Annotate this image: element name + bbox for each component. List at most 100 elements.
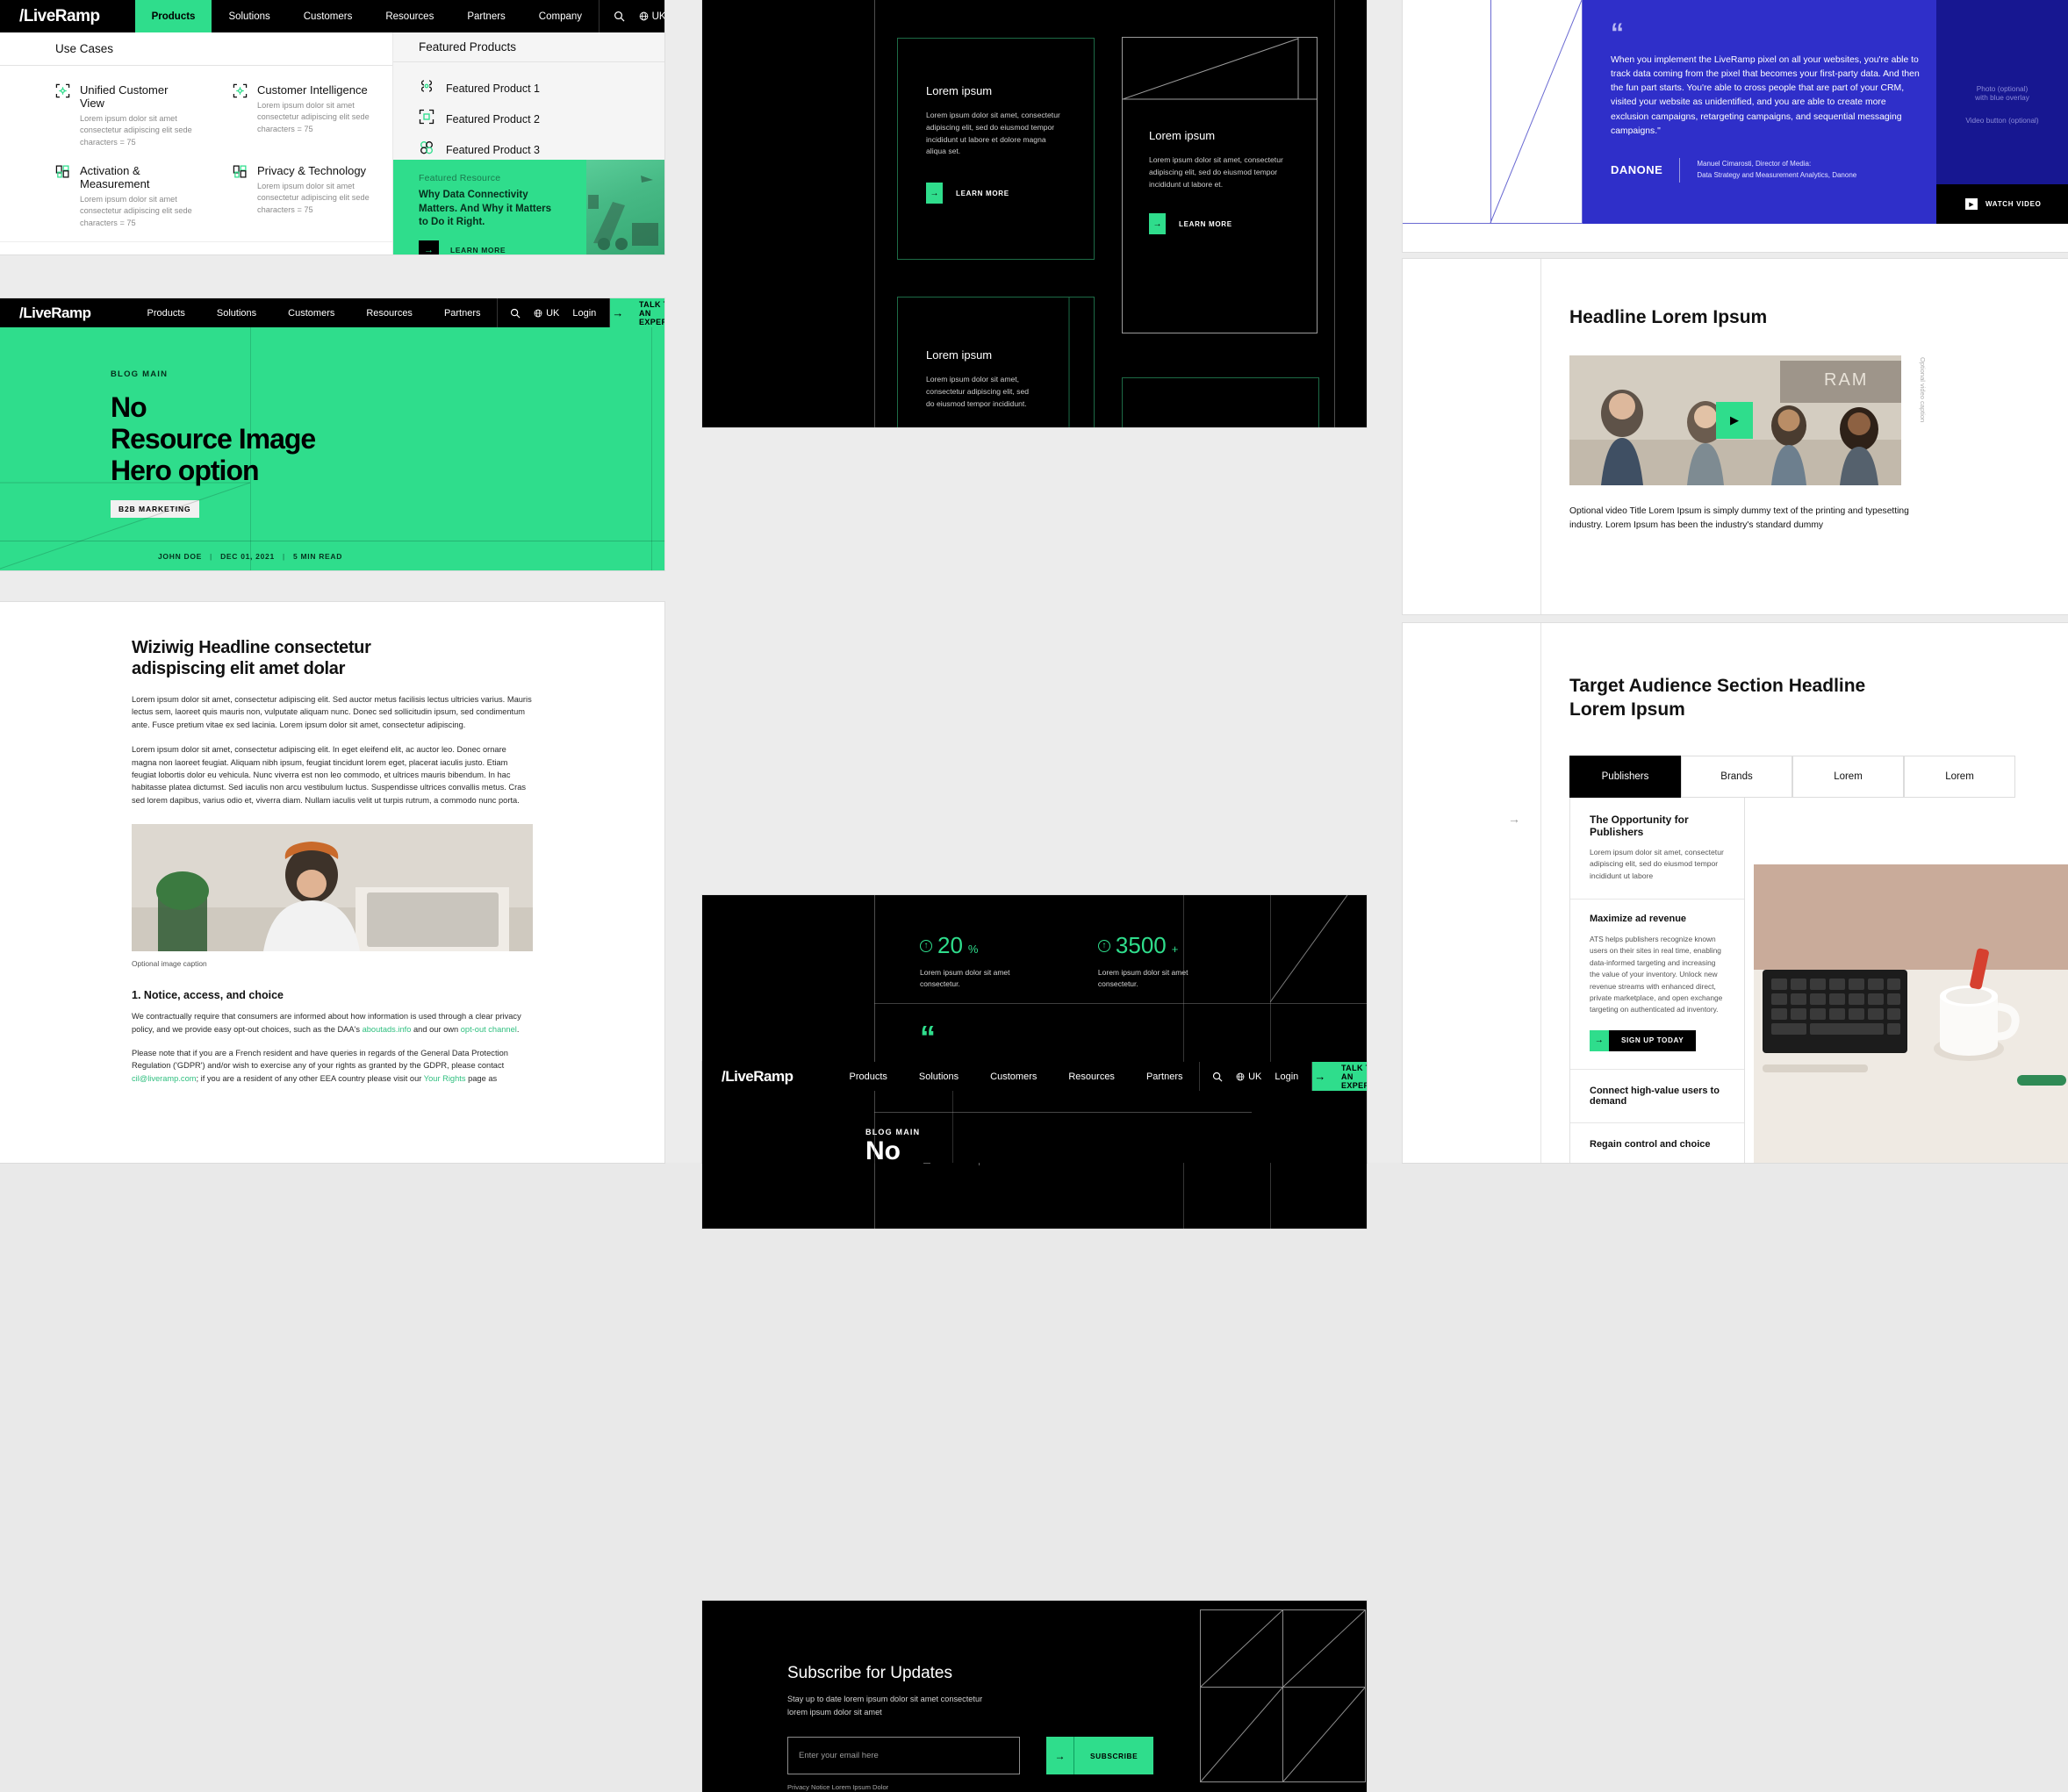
liveramp-logo[interactable]: /LiveRamp	[19, 305, 91, 322]
cil-email-link[interactable]: cil@liveramp.com	[132, 1074, 197, 1083]
arrow-right-icon[interactable]: →	[609, 298, 626, 327]
sign-up-today-button[interactable]: → SIGN UP TODAY	[1590, 1029, 1697, 1051]
login-link[interactable]: Login	[1275, 1072, 1311, 1082]
nav-item-partners[interactable]: Partners	[450, 0, 521, 32]
use-case-title: Activation & Measurement	[80, 164, 150, 191]
locale-label: UK	[546, 307, 560, 319]
talk-to-expert-button[interactable]: TALK TO AN EXPERT	[625, 298, 664, 327]
play-icon: ▶	[1965, 198, 1978, 210]
arrow-right-icon: →	[1508, 812, 1520, 826]
accordion-item-2[interactable]: Connect high-value users to demand	[1570, 1070, 1744, 1123]
notice2-text-a: Please note that if you are a French res…	[132, 1049, 508, 1071]
tab-lorem-1[interactable]: Lorem	[1792, 755, 1904, 798]
watch-video-button[interactable]: ▶ WATCH VIDEO	[1936, 184, 2068, 224]
dark-card-cta[interactable]: → LEARN MORE	[1149, 213, 1317, 235]
search-icon[interactable]	[600, 11, 639, 22]
featured-resource-card[interactable]: Featured Resource Why Data Connectivity …	[393, 160, 664, 254]
use-case-customer-intelligence[interactable]: Customer Intelligence Lorem ipsum dolor …	[233, 83, 370, 148]
quote-mark-icon: “	[1611, 18, 1624, 47]
email-input[interactable]	[787, 1737, 1020, 1775]
use-case-title: Customer Intelligence	[257, 83, 368, 97]
talk-to-expert-button[interactable]: TALK TO AN EXPERT	[1327, 1062, 1367, 1091]
opt-out-channel-link[interactable]: opt-out channel	[461, 1025, 517, 1034]
locale-selector[interactable]: UK	[639, 11, 664, 22]
nav-item-products[interactable]: Products	[134, 0, 212, 32]
dark-card-body: Lorem ipsum dolor sit amet, consectetur …	[1149, 155, 1283, 189]
dark-card-4[interactable]: Lorem ipsum Lorem ipsum dolor sit amet, …	[1122, 377, 1319, 427]
featured-resource-image	[586, 160, 664, 254]
dark-card-1[interactable]: Lorem ipsum Lorem ipsum dolor sit amet, …	[897, 38, 1095, 260]
nav-item-resources[interactable]: Resources	[369, 0, 450, 32]
featured-product-3[interactable]: Featured Product 3	[419, 140, 664, 160]
use-case-activation-measurement[interactable]: Activation & Measurement Lorem ipsum dol…	[55, 164, 192, 229]
nav-item-products[interactable]: Products	[833, 1062, 902, 1091]
featured-products-header: Featured Products	[393, 32, 664, 62]
liveramp-logo[interactable]: /LiveRamp	[19, 7, 100, 26]
arrow-right-icon[interactable]: →	[926, 183, 943, 204]
nav-item-solutions[interactable]: Solutions	[212, 0, 286, 32]
dark-card-3[interactable]: Lorem ipsum Lorem ipsum dolor sit amet, …	[897, 297, 1095, 427]
nav-item-customers[interactable]: Customers	[272, 298, 350, 327]
use-case-unified-customer-view[interactable]: Unified Customer View Lorem ipsum dolor …	[55, 83, 192, 148]
nav-item-partners[interactable]: Partners	[428, 298, 497, 327]
tab-publishers[interactable]: Publishers	[1569, 755, 1681, 798]
login-link[interactable]: Login	[572, 308, 609, 319]
locale-selector[interactable]: UK	[1236, 1072, 1275, 1082]
nav-item-products[interactable]: Products	[131, 298, 200, 327]
your-rights-link[interactable]: Your Rights	[424, 1074, 466, 1083]
liveramp-logo[interactable]: /LiveRamp	[722, 1068, 793, 1086]
subscribe-button[interactable]: → SUBSCRIBE	[1046, 1737, 1154, 1775]
nav-item-partners[interactable]: Partners	[1131, 1062, 1199, 1091]
video-caption: Optional video Title Lorem Ipsum is simp…	[1569, 506, 1909, 531]
card-diagonal-guide	[1068, 297, 1070, 427]
ta-heading: Target Audience Section Headline Lorem I…	[1403, 623, 2068, 722]
tab-lorem-2[interactable]: Lorem	[1904, 755, 2015, 798]
use-case-desc: Lorem ipsum dolor sit amet consectetur a…	[257, 182, 370, 214]
featured-resource-kicker: Featured Resource	[419, 173, 501, 183]
use-case-desc: Lorem ipsum dolor sit amet consectetur a…	[257, 101, 370, 133]
play-button[interactable]: ▶	[1716, 402, 1753, 439]
arrow-right-icon[interactable]: →	[1311, 1062, 1328, 1091]
article-paragraph-2: Lorem ipsum dolor sit amet, consectetur …	[132, 745, 527, 805]
ta-accordion: The Opportunity for Publishers Lorem ips…	[1569, 797, 1745, 1163]
aboutads-link[interactable]: aboutads.info	[363, 1025, 412, 1034]
stat-1: ↑ 20 % Lorem ipsum dolor sit amet consec…	[702, 895, 1028, 1003]
dark-card-title: Lorem ipsum	[926, 84, 993, 97]
ta-tabs: Publishers Brands Lorem Lorem	[1569, 755, 2015, 798]
dark-card-2[interactable]: Lorem ipsum Lorem ipsum dolor sit amet, …	[1122, 37, 1318, 333]
arrow-right-icon[interactable]: →	[419, 240, 439, 254]
featured-resource-cta[interactable]: → LEARN MORE	[419, 240, 586, 254]
tab-brands[interactable]: Brands	[1681, 755, 1792, 798]
locale-selector[interactable]: UK	[534, 308, 572, 319]
globe-icon	[639, 11, 649, 21]
use-case-privacy-technology[interactable]: Privacy & Technology Lorem ipsum dolor s…	[233, 164, 370, 229]
learn-more-label: LEARN MORE	[956, 189, 1009, 197]
stat-suffix: +	[1171, 943, 1179, 956]
dark-card-body: Lorem ipsum dolor sit amet, consectetur …	[926, 111, 1060, 156]
nav-item-customers[interactable]: Customers	[974, 1062, 1052, 1091]
video-thumbnail[interactable]: RAM ▶	[1569, 355, 1901, 485]
accordion-item-3[interactable]: Regain control and choice	[1570, 1123, 1744, 1163]
layout-guide-line	[952, 1091, 953, 1163]
arrow-right-icon: →	[1590, 1029, 1609, 1051]
dark-card-cta[interactable]: → LEARN MORE	[926, 183, 1094, 204]
nav-item-customers[interactable]: Customers	[287, 0, 370, 32]
nav-item-resources[interactable]: Resources	[350, 298, 428, 327]
featured-product-1[interactable]: Featured Product 1	[419, 78, 664, 98]
globe-icon	[1236, 1072, 1245, 1081]
search-icon[interactable]	[1199, 1072, 1236, 1082]
article-section-heading: 1. Notice, access, and choice	[132, 989, 284, 1002]
locale-label: UK	[651, 11, 664, 22]
arrow-right-icon[interactable]: →	[1149, 213, 1166, 235]
featured-product-2[interactable]: Featured Product 2	[419, 109, 664, 129]
accordion-intro-title: The Opportunity for Publishers	[1590, 813, 1689, 838]
nav-item-resources[interactable]: Resources	[1052, 1062, 1131, 1091]
search-icon[interactable]	[497, 308, 534, 319]
video-side-label: Optional video caption	[1919, 357, 1927, 423]
nav-item-solutions[interactable]: Solutions	[201, 298, 272, 327]
use-case-partner-integrations[interactable]: Partner Integrations Lorem ipsum dolor s…	[0, 241, 392, 254]
nav-item-solutions[interactable]: Solutions	[903, 1062, 974, 1091]
layout-guide-line	[874, 1112, 1252, 1113]
nav-item-company[interactable]: Company	[522, 0, 599, 32]
accordion-item-1[interactable]: Maximize ad revenue ATS helps publishers…	[1570, 900, 1744, 1070]
